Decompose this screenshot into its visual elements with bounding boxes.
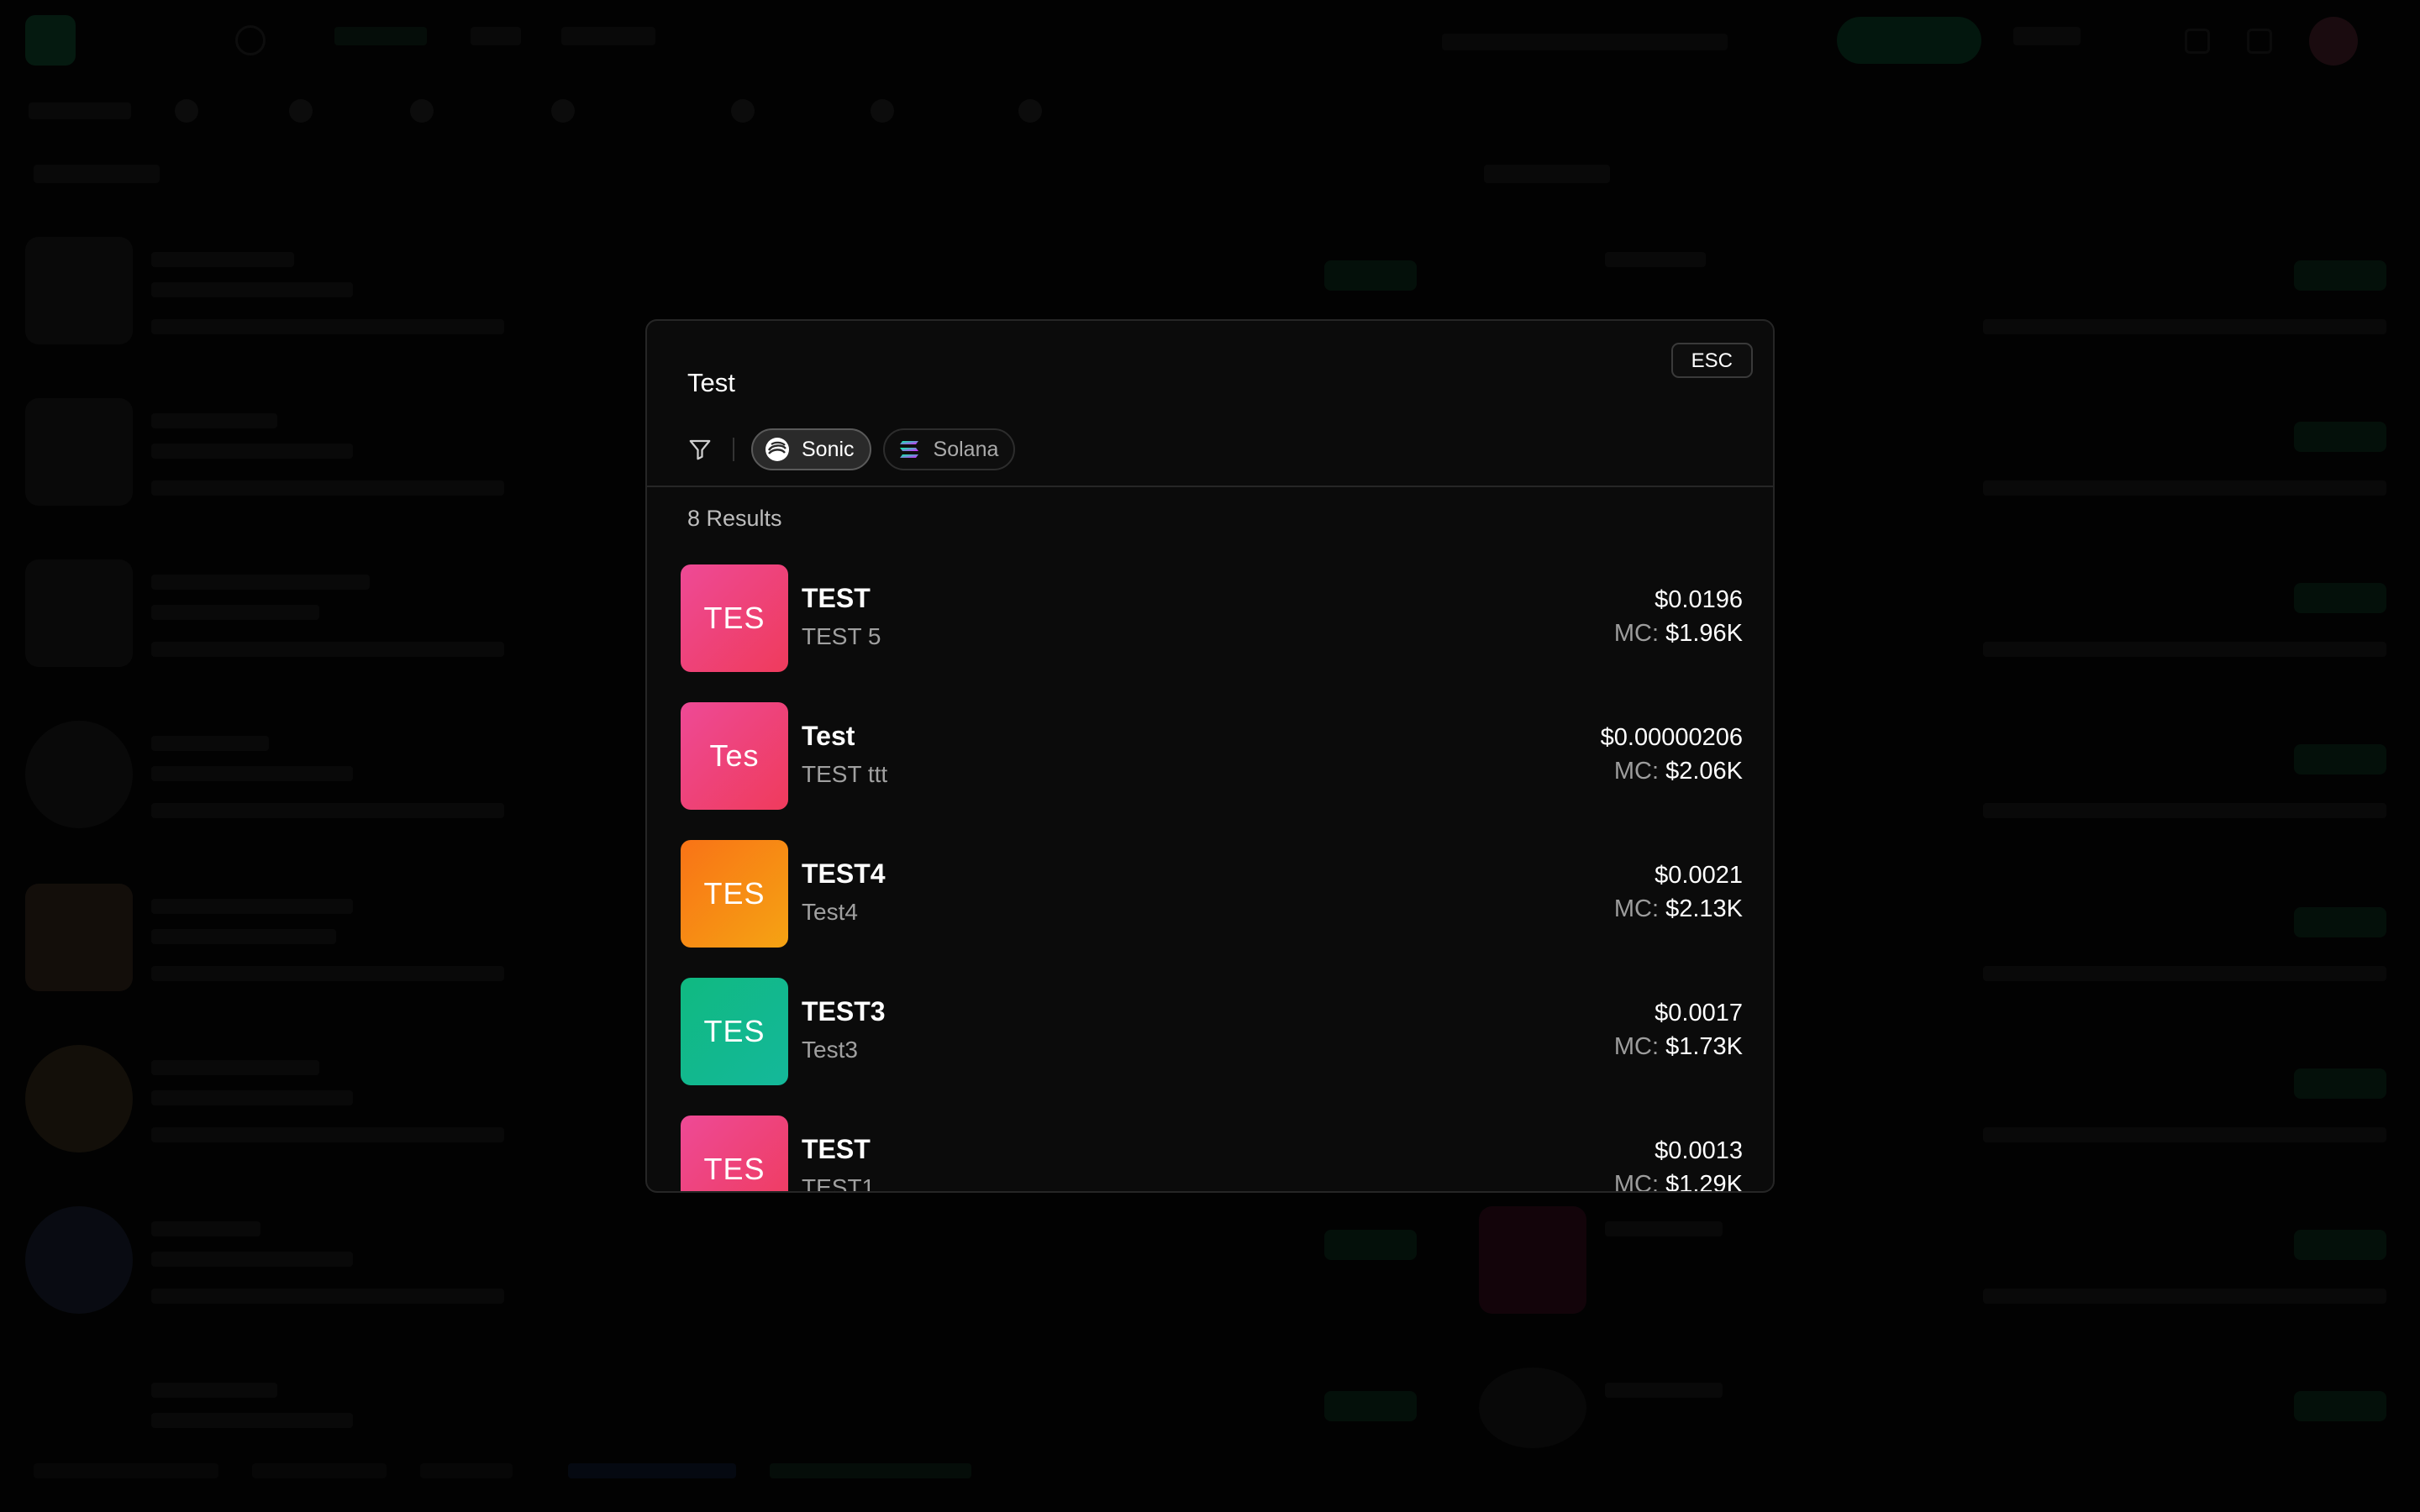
token-name: Test bbox=[802, 721, 855, 751]
market-cap-label: MC: bbox=[1613, 1171, 1660, 1193]
token-market-cap: MC: $1.73K bbox=[1614, 1033, 1743, 1061]
chain-filter-row: Sonic Solana bbox=[686, 427, 1027, 472]
token-tile: TES bbox=[681, 1116, 788, 1191]
market-cap-value: $2.13K bbox=[1665, 895, 1743, 922]
token-name: TEST3 bbox=[802, 996, 886, 1026]
market-cap-value: $1.73K bbox=[1665, 1033, 1743, 1060]
token-market-cap: MC: $1.29K bbox=[1613, 1171, 1743, 1193]
result-item[interactable]: TES TEST TEST1 $0.0013 MC: $1.29K bbox=[681, 1116, 1743, 1193]
chip-sonic-label: Sonic bbox=[802, 437, 855, 461]
token-name: TEST bbox=[802, 1134, 871, 1164]
esc-close-button[interactable]: ESC bbox=[1670, 343, 1753, 378]
token-market-cap: MC: $2.13K bbox=[1614, 895, 1743, 923]
token-price: $0.00000206 bbox=[1600, 724, 1743, 751]
token-market-cap: MC: $2.06K bbox=[1614, 758, 1743, 785]
search-query-input[interactable]: Test bbox=[687, 368, 735, 398]
token-tile: TES bbox=[681, 978, 788, 1085]
market-cap-label: MC: bbox=[1613, 895, 1660, 922]
market-cap-value: $1.96K bbox=[1665, 620, 1743, 647]
sonic-logo-icon bbox=[765, 437, 790, 462]
token-name: TEST4 bbox=[802, 858, 886, 889]
token-price: $0.0013 bbox=[1655, 1137, 1743, 1164]
chip-sonic[interactable]: Sonic bbox=[751, 428, 871, 470]
token-subtitle: TEST ttt bbox=[802, 761, 888, 787]
token-market-cap: MC: $1.96K bbox=[1614, 620, 1743, 648]
result-item[interactable]: Tes Test TEST ttt $0.00000206 MC: $2.06K bbox=[681, 702, 1743, 810]
solana-logo-icon bbox=[897, 437, 922, 462]
result-item[interactable]: TES TEST3 Test3 $0.0017 MC: $1.73K bbox=[681, 978, 1743, 1085]
token-subtitle: Test3 bbox=[802, 1037, 858, 1063]
market-cap-label: MC: bbox=[1613, 620, 1660, 647]
results-count: 8 Results bbox=[687, 506, 782, 531]
search-modal: Test ESC Sonic Solana 8 Results TES TEST… bbox=[645, 319, 1775, 1193]
market-cap-value: $2.06K bbox=[1665, 758, 1743, 785]
result-item[interactable]: TES TEST TEST 5 $0.0196 MC: $1.96K bbox=[681, 564, 1743, 672]
token-price: $0.0196 bbox=[1655, 586, 1743, 613]
token-subtitle: TEST 5 bbox=[802, 623, 881, 649]
market-cap-value: $1.29K bbox=[1665, 1171, 1743, 1193]
market-cap-label: MC: bbox=[1613, 758, 1660, 785]
chip-solana-label: Solana bbox=[933, 437, 999, 461]
filter-icon[interactable] bbox=[686, 435, 714, 464]
token-tile: TES bbox=[681, 564, 788, 672]
chip-solana[interactable]: Solana bbox=[882, 428, 1016, 470]
token-name: TEST bbox=[802, 583, 871, 613]
token-subtitle: TEST1 bbox=[802, 1174, 876, 1193]
token-tile: TES bbox=[681, 840, 788, 948]
result-item[interactable]: TES TEST4 Test4 $0.0021 MC: $2.13K bbox=[681, 840, 1743, 948]
token-tile: Tes bbox=[681, 702, 788, 810]
token-price: $0.0017 bbox=[1655, 1000, 1743, 1026]
market-cap-label: MC: bbox=[1613, 1033, 1660, 1060]
filter-divider bbox=[733, 438, 734, 461]
token-price: $0.0021 bbox=[1655, 862, 1743, 889]
token-subtitle: Test4 bbox=[802, 899, 858, 925]
modal-divider bbox=[647, 486, 1773, 487]
